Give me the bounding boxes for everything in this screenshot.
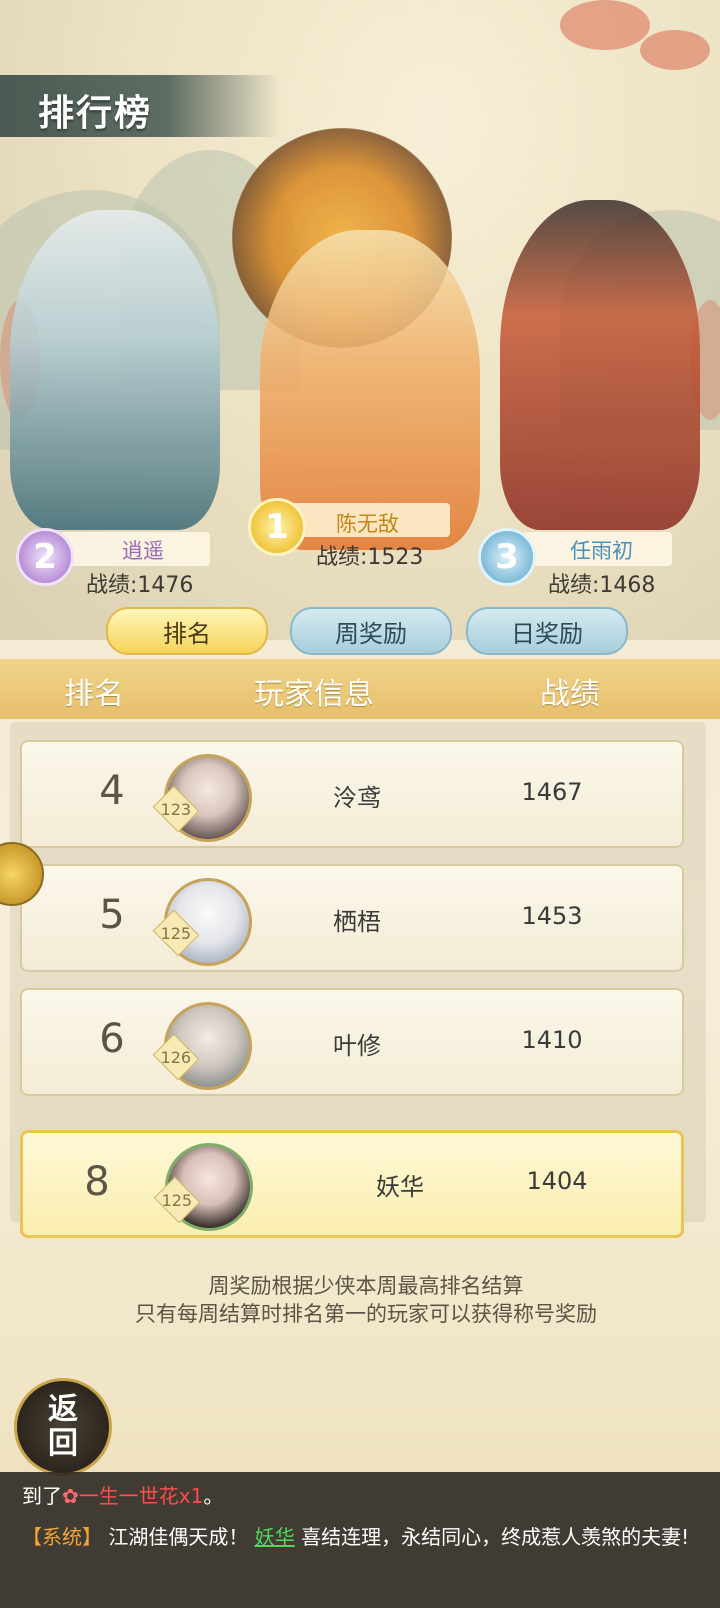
back-label-2: 回 [48,1426,78,1461]
player-score: 1410 [521,1026,583,1054]
chat-line-1: 到了✿一生一世花x1。 [22,1480,223,1509]
rank2-badge: 2 [16,528,74,586]
player-name: 妖华 [376,1173,424,1201]
rank2-character[interactable] [10,210,220,530]
player-score: 1453 [521,902,583,930]
rank1-number: 1 [265,507,289,547]
back-label-1: 返 [48,1392,78,1427]
level-value: 123 [160,799,192,819]
page-title: 排行榜 [38,93,153,134]
chat-system-tag: 【系统】 [22,1525,102,1549]
chat-prefix: 到了 [22,1484,62,1508]
level-value: 126 [160,1047,192,1067]
player-score: 1404 [526,1167,588,1195]
row-rank: 8 [84,1159,110,1205]
reward-note-1: 周奖励根据少侠本周最高排名结算 [208,1274,524,1298]
table-row[interactable]: 5 125 栖梧 1453 [20,864,684,972]
player-name: 栖梧 [333,908,381,936]
back-button[interactable]: 返 回 [14,1378,112,1476]
header-rank: 排名 [64,677,124,712]
flower-icon: ✿ [62,1484,79,1508]
row-rank: 5 [99,892,125,938]
rank3-score: 战绩:1468 [548,573,656,598]
chat-player-link[interactable]: 妖华 [255,1525,295,1549]
row-rank: 4 [99,768,125,814]
rank3-badge: 3 [478,528,536,586]
rank1-name[interactable]: 陈无敌 [336,508,399,538]
system-chat[interactable]: 到了✿一生一世花x1。 【系统】 江湖佳偶天成！ 妖华 喜结连理，永结同心，终成… [0,1472,720,1608]
rank3-name[interactable]: 任雨初 [570,535,633,565]
header-score: 战绩 [540,677,600,712]
level-value: 125 [160,923,192,943]
tab-ranking[interactable]: 排名 [106,607,268,655]
tab-weekly-reward[interactable]: 周奖励 [290,607,452,655]
chat-item[interactable]: 一生一世花x1 [79,1484,204,1508]
row-rank: 6 [99,1016,125,1062]
rank3-character[interactable] [500,200,700,530]
table-row-self[interactable]: 8 125 妖华 1404 [20,1130,684,1238]
reward-note-2: 只有每周结算时排名第一的玩家可以获得称号奖励 [135,1302,597,1326]
rank2-score: 战绩:1476 [86,573,194,598]
rank2-name[interactable]: 逍遥 [122,535,164,565]
tab-daily-reward[interactable]: 日奖励 [466,607,628,655]
level-value: 125 [161,1190,193,1210]
table-row[interactable]: 4 123 泠鸢 1467 [20,740,684,848]
player-score: 1467 [521,778,583,806]
chat-text-a: 江湖佳偶天成！ [102,1525,255,1549]
chat-suffix: 。 [203,1484,224,1508]
table-row[interactable]: 6 126 叶修 1410 [20,988,684,1096]
header-player-info: 玩家信息 [254,677,374,712]
player-name: 叶修 [333,1032,381,1060]
rank2-number: 2 [33,537,57,577]
player-name: 泠鸢 [333,784,381,812]
rank1-badge: 1 [248,498,306,556]
rank1-score: 战绩:1523 [316,545,424,570]
chat-text-b: 喜结连理，永结同心，终成惹人羡煞的夫妻! [294,1525,690,1549]
rank3-number: 3 [495,537,519,577]
chat-line-2: 【系统】 江湖佳偶天成！ 妖华 喜结连理，永结同心，终成惹人羡煞的夫妻! [22,1518,712,1556]
